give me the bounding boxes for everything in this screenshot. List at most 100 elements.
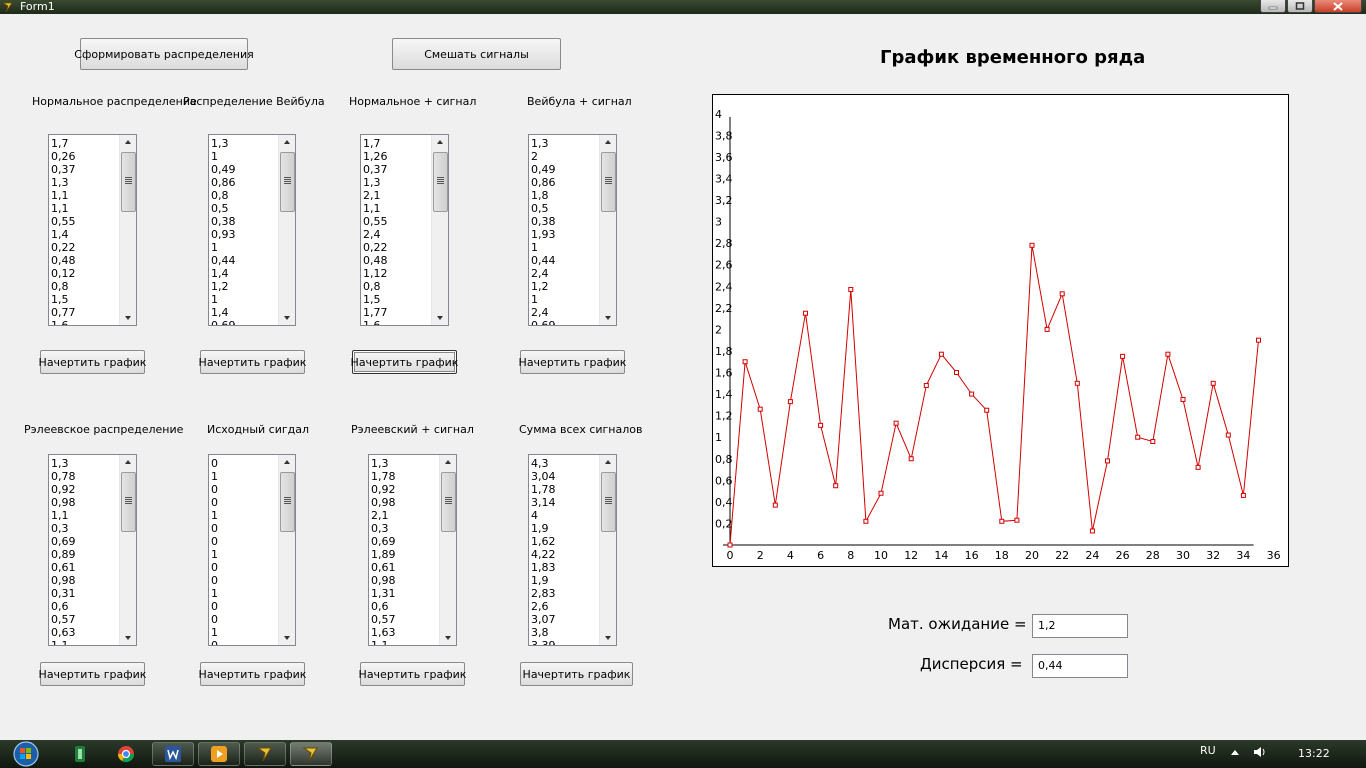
scroll-up-arrow-icon[interactable] [279,455,295,469]
scrollbar[interactable] [278,455,295,645]
list-item[interactable]: 1 [531,241,599,254]
scrollbar-thumb[interactable] [121,472,136,532]
list-item[interactable]: 0 [211,535,278,548]
list-item[interactable]: 2,4 [363,228,431,241]
scrollbar[interactable] [119,135,136,325]
list-item[interactable]: 1,5 [363,293,431,306]
list-item[interactable]: 1,83 [531,561,599,574]
list-item[interactable]: 1,26 [363,150,431,163]
list-item[interactable]: 0,92 [371,483,439,496]
list-item[interactable]: 1,63 [371,626,439,639]
list-item[interactable]: 0,3 [371,522,439,535]
list-item[interactable]: 1 [211,470,278,483]
list-item[interactable]: 0,12 [51,267,119,280]
plot-button-normal[interactable]: Начертить график [39,350,146,374]
list-item[interactable]: 0 [211,483,278,496]
list-item[interactable]: 1,5 [51,293,119,306]
language-indicator[interactable]: RU [1200,744,1216,757]
maximize-button[interactable] [1287,0,1313,13]
list-item[interactable]: 0 [211,574,278,587]
list-item[interactable]: 0,49 [211,163,278,176]
list-item[interactable]: 1,12 [363,267,431,280]
scroll-down-arrow-icon[interactable] [600,631,616,645]
list-item[interactable]: 0,31 [51,587,119,600]
minimize-button[interactable] [1260,0,1286,13]
scroll-down-arrow-icon[interactable] [440,631,456,645]
list-item[interactable]: 0,86 [531,176,599,189]
excel-taskbar-button[interactable] [62,742,98,766]
list-item[interactable]: 0,22 [51,241,119,254]
list-item[interactable]: 0,49 [531,163,599,176]
list-item[interactable]: 3,14 [531,496,599,509]
delphi-project-taskbar-button[interactable] [290,742,332,766]
list-item[interactable]: 0,98 [371,496,439,509]
list-item[interactable]: 0 [211,457,278,470]
mix-signals-button[interactable]: Смешать сигналы [392,38,561,70]
list-item[interactable]: 1,3 [531,137,599,150]
list-item[interactable]: 1,77 [363,306,431,319]
list-item[interactable]: 1,78 [371,470,439,483]
chrome-taskbar-button[interactable] [108,742,144,766]
list-item[interactable]: 0,77 [51,306,119,319]
list-item[interactable]: 0,69 [211,319,278,325]
list-item[interactable]: 0,86 [211,176,278,189]
listbox-weibull[interactable]: 1,3 1 0,49 0,86 0,8 0,5 0,38 0,93 1 0,44 1,4 1,2 1 1,… [208,134,296,326]
plot-button-source-signal[interactable]: Начертить график [199,662,306,686]
list-item[interactable]: 1 [211,509,278,522]
list-item[interactable]: 1,1 [51,189,119,202]
scrollbar[interactable] [431,135,448,325]
list-item[interactable]: 0,61 [51,561,119,574]
list-item[interactable]: 0,63 [51,626,119,639]
scrollbar[interactable] [439,455,456,645]
scroll-up-arrow-icon[interactable] [440,455,456,469]
list-item[interactable]: 0,37 [363,163,431,176]
scrollbar[interactable] [278,135,295,325]
clock[interactable]: 13:22 [1298,747,1330,760]
list-item[interactable]: 0,5 [211,202,278,215]
list-item[interactable]: 1,4 [51,228,119,241]
list-item[interactable]: 0,69 [371,535,439,548]
list-item[interactable]: 0,98 [51,574,119,587]
list-item[interactable]: 1,93 [531,228,599,241]
list-item[interactable]: 0,38 [211,215,278,228]
list-item[interactable]: 4 [531,509,599,522]
list-item[interactable]: 1,89 [371,548,439,561]
list-item[interactable]: 2,83 [531,587,599,600]
list-item[interactable]: 1 [211,293,278,306]
list-item[interactable]: 0 [211,600,278,613]
list-item[interactable]: 2,4 [531,267,599,280]
scroll-down-arrow-icon[interactable] [279,631,295,645]
listbox-rayleigh-signal[interactable]: 1,3 1,78 0,92 0,98 2,1 0,3 0,69 1,89 0,61 0,98 1,3… [368,454,457,646]
list-item[interactable]: 1,1 [51,202,119,215]
list-item[interactable]: 1,6 [363,319,431,325]
list-item[interactable]: 0,57 [371,613,439,626]
list-item[interactable]: 1,78 [531,483,599,496]
scrollbar[interactable] [119,455,136,645]
list-item[interactable]: 0,55 [51,215,119,228]
list-item[interactable]: 0,44 [211,254,278,267]
list-item[interactable]: 1,1 [363,202,431,215]
plot-button-rayleigh-signal[interactable]: Начертить график [359,662,466,686]
scrollbar-thumb[interactable] [601,472,616,532]
list-item[interactable]: 1 [211,626,278,639]
list-item[interactable]: 0 [211,639,278,645]
plot-button-normal-signal[interactable]: Начертить график [351,350,458,374]
list-item[interactable]: 1,2 [211,280,278,293]
list-item[interactable]: 4,22 [531,548,599,561]
scroll-down-arrow-icon[interactable] [120,311,136,325]
list-item[interactable]: 0,55 [363,215,431,228]
list-item[interactable]: 1,4 [211,306,278,319]
list-item[interactable]: 1,3 [363,176,431,189]
mean-field[interactable]: 1,2 [1032,614,1128,638]
list-item[interactable]: 2,1 [371,509,439,522]
list-item[interactable]: 0,3 [51,522,119,535]
plot-button-weibull[interactable]: Начертить график [199,350,306,374]
list-item[interactable]: 0,8 [363,280,431,293]
list-item[interactable]: 0 [211,561,278,574]
list-item[interactable]: 0,69 [531,319,599,325]
scrollbar[interactable] [599,135,616,325]
list-item[interactable]: 3,8 [531,626,599,639]
list-item[interactable]: 0,37 [51,163,119,176]
list-item[interactable]: 1,1 [51,639,119,645]
list-item[interactable]: 1,3 [51,176,119,189]
